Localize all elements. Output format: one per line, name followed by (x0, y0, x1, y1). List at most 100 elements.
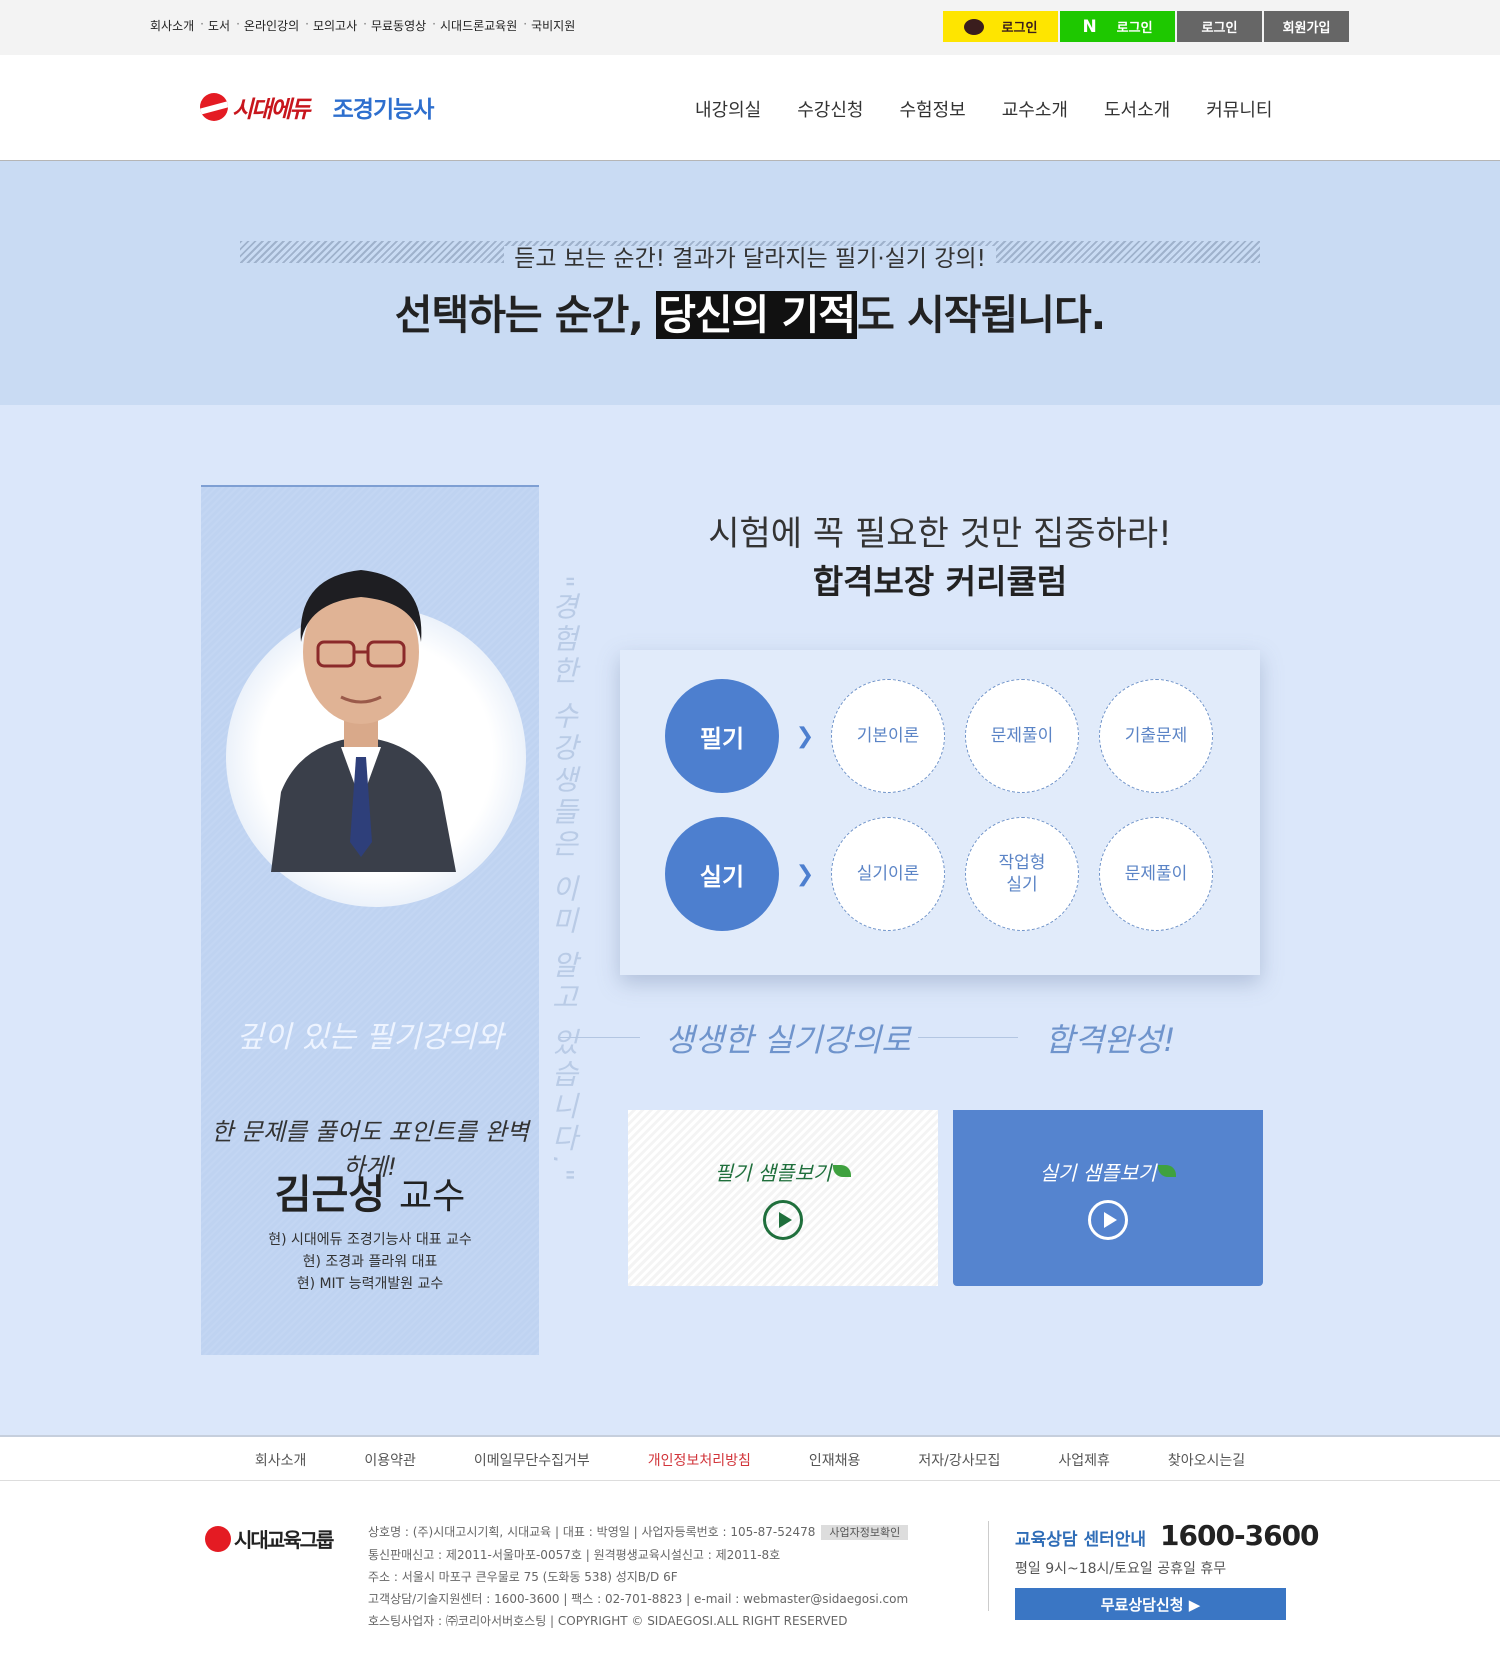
footer-link[interactable]: 이메일무단수집거부 (474, 1450, 590, 1470)
practical-sample-text: 실기 샘플보기 (1039, 1160, 1157, 1185)
signup-button[interactable]: 회원가입 (1264, 11, 1349, 42)
logo-text: 시대에듀 (232, 97, 311, 123)
naver-icon: N (1082, 16, 1097, 37)
nav-professors[interactable]: 교수소개 (1002, 96, 1068, 122)
separator: · (236, 17, 240, 31)
footer-info-line: 호스팅사업자 : ㈜코리아서버호스팅 | COPYRIGHT © SIDAEGO… (368, 1614, 848, 1628)
site-logo[interactable]: 시대에듀 조경기능사 (200, 90, 435, 124)
top-link-national[interactable]: 국비지원 (531, 17, 575, 34)
nav-my-classroom[interactable]: 내강의실 (695, 96, 761, 122)
top-link-online[interactable]: 온라인강의 (244, 17, 299, 34)
written-label: 필기 (665, 679, 779, 793)
curriculum-step: 기본이론 (831, 679, 945, 793)
footer-info-line: 통신판매신고 : 제2011-서울마포-0057호 | 원격평생교육시설신고 :… (368, 1548, 781, 1562)
header: 시대에듀 조경기능사 내강의실 수강신청 수험정보 교수소개 도서소개 커뮤니티 (0, 55, 1500, 161)
logo-mark-icon (200, 93, 228, 121)
separator: · (523, 17, 528, 31)
professor-photo (271, 570, 456, 872)
curriculum-box: 필기 ❯ 기본이론 문제풀이 기출문제 실기 ❯ 실기이론 작업형 실기 문제풀… (620, 650, 1260, 975)
nav-community[interactable]: 커뮤니티 (1206, 96, 1272, 122)
cs-heading: 교육상담 센터안내 1600-3600 (1015, 1519, 1320, 1552)
cs-number: 1600-3600 (1160, 1519, 1319, 1552)
chevron-right-icon: ❯ (795, 723, 815, 749)
professor-name-text: 김근성 (274, 1172, 386, 1218)
banner-title-highlight: 당신의 기적 (656, 291, 858, 339)
professor-name: 김근성 교수 (201, 1162, 539, 1220)
top-link-mock[interactable]: 모의고사 (313, 17, 357, 34)
professor-desc-line: 현) 시대에듀 조경기능사 대표 교수 (268, 1232, 472, 1248)
curriculum-row-written: 필기 ❯ 기본이론 문제풀이 기출문제 (665, 679, 1233, 793)
main-nav: 내강의실 수강신청 수험정보 교수소개 도서소개 커뮤니티 (695, 96, 1309, 122)
banner-title-prefix: 선택하는 순간, (394, 291, 657, 339)
top-link-drone[interactable]: 시대드론교육원 (440, 17, 517, 34)
kakao-login-button[interactable]: 로그인 (943, 11, 1058, 42)
footer-link[interactable]: 사업제휴 (1058, 1450, 1110, 1470)
professor-desc-line: 현) 조경과 플라워 대표 (302, 1254, 438, 1270)
auth-buttons: 로그인 N 로그인 로그인 회원가입 (943, 11, 1351, 42)
footer-logo: 시대교육그룹 (205, 1524, 334, 1553)
footer-link[interactable]: 이용약관 (364, 1450, 416, 1470)
professor-card: 깊이 있는 필기강의와 한 문제를 풀어도 포인트를 완벽하게! 김근성 교수 … (201, 485, 539, 1355)
footer-info-line: 고객상담/기술지원센터 : 1600-3600 | 팩스 : 02-701-88… (368, 1592, 909, 1606)
written-sample-label: 필기 샘플보기 (715, 1157, 852, 1186)
curriculum-title-line1: 시험에 꼭 필요한 것만 집중하라! (708, 514, 1172, 554)
play-icon (763, 1199, 803, 1240)
naver-login-label: 로그인 (1116, 21, 1153, 36)
footer-link[interactable]: 저자/강사모집 (918, 1450, 1000, 1470)
footer-link-privacy[interactable]: 개인정보처리방침 (648, 1450, 751, 1470)
curriculum-row-practical: 실기 ❯ 실기이론 작업형 실기 문제풀이 (665, 817, 1233, 931)
banner-subtitle: 듣고 보는 순간! 결과가 달라지는 필기·실기 강의! (0, 239, 1500, 273)
logo-subtitle: 조경기능사 (332, 97, 435, 123)
kakao-login-label: 로그인 (1001, 21, 1038, 36)
top-link-books[interactable]: 도서 (208, 17, 230, 34)
footer-link[interactable]: 회사소개 (255, 1450, 307, 1470)
written-sample-button[interactable]: 필기 샘플보기 (628, 1110, 938, 1286)
customer-service: 교육상담 센터안내 1600-3600 평일 9시~18시/토요일 공휴일 휴무 … (1015, 1519, 1320, 1620)
footer-divider (988, 1521, 989, 1611)
nav-books[interactable]: 도서소개 (1104, 96, 1170, 122)
curriculum-step: 실기이론 (831, 817, 945, 931)
play-icon (1088, 1199, 1128, 1240)
curriculum-step: 작업형 실기 (965, 817, 1079, 931)
separator: · (432, 17, 436, 31)
curriculum-step: 문제풀이 (1099, 817, 1213, 931)
footer: 시대교육그룹 상호명 : (주)시대고시기획, 시대교육 | 대표 : 박영일 … (0, 1481, 1500, 1661)
curriculum-step: 문제풀이 (965, 679, 1079, 793)
footer-logo-text: 시대교육그룹 (234, 1528, 334, 1552)
kakao-icon (963, 18, 984, 35)
handwriting-middle: 생생한 실기강의로 (665, 1021, 911, 1059)
professor-script-1: 깊이 있는 필기강의와 (236, 1020, 504, 1055)
login-button[interactable]: 로그인 (1177, 11, 1262, 42)
divider-line (560, 1037, 640, 1038)
banner-title-suffix: 도 시작됩니다. (857, 291, 1106, 339)
top-link-company[interactable]: 회사소개 (150, 17, 194, 34)
nav-exam-info[interactable]: 수험정보 (900, 96, 966, 122)
footer-link[interactable]: 찾아오시는길 (1168, 1450, 1245, 1470)
hero-banner: 듣고 보는 순간! 결과가 달라지는 필기·실기 강의! 선택하는 순간, 당신… (0, 161, 1500, 405)
handwriting-right: 합격완성! (1045, 1021, 1176, 1059)
professor-title: 교수 (399, 1176, 466, 1217)
cs-hours: 평일 9시~18시/토요일 공휴일 휴무 (1015, 1561, 1227, 1577)
top-bar: 회사소개 · 도서 · 온라인강의 · 모의고사 · 무료동영상 · 시대드론교육원 · 국… (0, 0, 1500, 55)
separator: · (363, 17, 367, 31)
leaf-icon (1158, 1165, 1177, 1177)
footer-company-info: 상호명 : (주)시대고시기획, 시대교육 | 대표 : 박영일 | 사업자등록… (368, 1521, 909, 1632)
top-links: 회사소개 · 도서 · 온라인강의 · 모의고사 · 무료동영상 · 시대드론교육원 · 국… (150, 17, 581, 34)
footer-info-text: 상호명 : (주)시대고시기획, 시대교육 | 대표 : 박영일 | 사업자등록… (368, 1525, 816, 1539)
naver-login-button[interactable]: N 로그인 (1060, 11, 1175, 42)
practical-sample-label: 실기 샘플보기 (1040, 1157, 1177, 1186)
footer-link[interactable]: 인재채용 (809, 1450, 861, 1470)
practical-sample-button[interactable]: 실기 샘플보기 (953, 1110, 1263, 1286)
footer-logo-mark-icon (205, 1525, 231, 1552)
chevron-right-icon: ❯ (795, 861, 815, 887)
separator: · (305, 17, 309, 31)
nav-enroll[interactable]: 수강신청 (797, 96, 863, 122)
free-consult-button[interactable]: 무료상담신청 ▶ (1015, 1588, 1286, 1620)
curriculum-title-line2: 합격보장 커리큘럼 (812, 562, 1068, 601)
business-info-badge[interactable]: 사업자정보확인 (821, 1525, 909, 1540)
professor-desc-line: 현) MIT 능력개발원 교수 (296, 1276, 444, 1292)
separator: · (200, 17, 204, 31)
top-link-free-video[interactable]: 무료동영상 (371, 17, 426, 34)
professor-desc: 현) 시대에듀 조경기능사 대표 교수 현) 조경과 플라워 대표 현) MIT… (201, 1229, 539, 1295)
footer-info-line: 주소 : 서울시 마포구 큰우물로 75 (도화동 538) 성지B/D 6F (368, 1570, 678, 1584)
